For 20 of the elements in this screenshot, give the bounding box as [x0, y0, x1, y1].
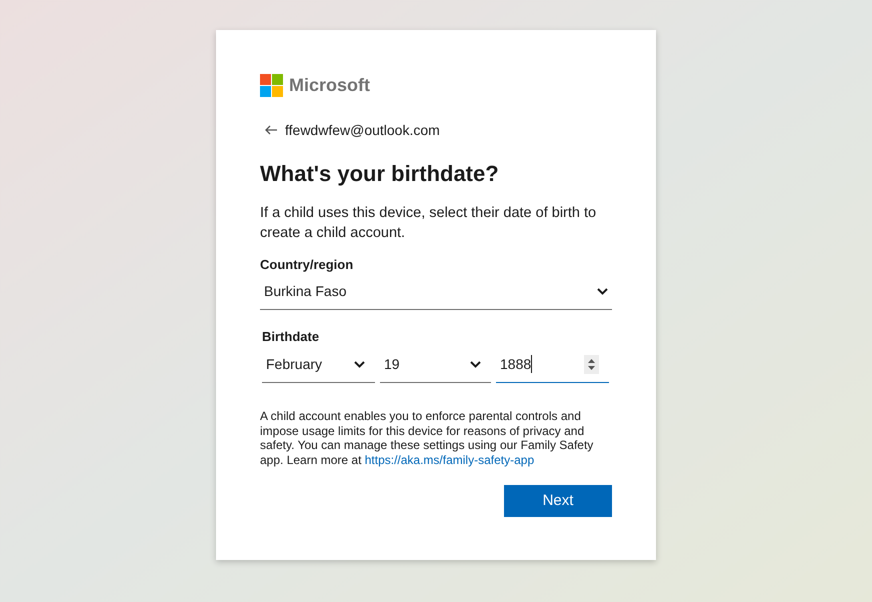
logo-wordmark: Microsoft [289, 74, 370, 96]
birthdate-label: Birthdate [261, 328, 320, 346]
account-email: ffewdwfew@outlook.com [285, 120, 440, 140]
chevron-down-icon [597, 288, 608, 295]
chevron-down-icon [354, 360, 365, 368]
date-select[interactable]: February [262, 346, 375, 383]
page-heading: What's your birthdate? [260, 160, 500, 188]
learn-more-link[interactable]: https://aka.ms/family-safety-app [364, 452, 534, 466]
logo-icon [260, 74, 283, 96]
stepper-arrows-icon[interactable] [584, 354, 599, 374]
chevron-down-icon [470, 360, 481, 368]
notice-text: A child account enables you to enforce parental controls and impose usage limits for this device for reasons of privacy and safety. You can manage these settings using our Family Safety app. Learn more at https://aka.ms/family-safety-app [260, 409, 594, 467]
next-button[interactable]: Next [504, 485, 612, 517]
date-select[interactable]: 19 [380, 346, 491, 383]
country-select[interactable]: Burkina Faso [260, 274, 612, 310]
country-label: Country/region [260, 256, 354, 274]
text-cursor [531, 355, 532, 373]
year-input[interactable]: 1888 [496, 346, 609, 383]
back-arrow-icon[interactable] [265, 125, 277, 135]
intro-text: If a child uses this device, select their date of birth to create a child account. [260, 204, 598, 243]
